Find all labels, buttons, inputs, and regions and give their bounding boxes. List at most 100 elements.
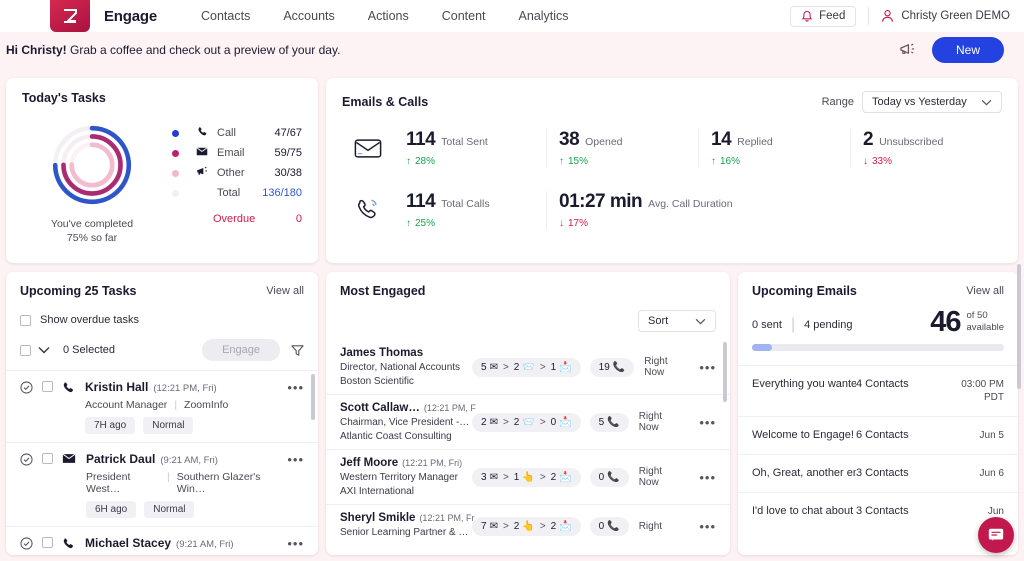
task-contact-name[interactable]: Kristin Hall (85, 380, 148, 394)
upcoming-emails-list[interactable]: Everything you wante… 4 Contacts 03:00 P… (738, 365, 1018, 530)
engaged-when: Right Now (644, 356, 678, 379)
engaged-overflow-menu[interactable]: ••• (693, 519, 716, 534)
task-list-scrollbar[interactable] (311, 374, 315, 420)
list-item[interactable]: Scott Callaw… (12:21 PM, F Chairman, Vic… (326, 394, 730, 449)
engaged-name-line: James Thomas (340, 347, 472, 359)
phone-incoming-icon: 📞 (607, 417, 619, 428)
task-contact-name[interactable]: Michael Stacey (85, 536, 171, 550)
task-checkbox[interactable] (42, 453, 53, 464)
metric-total-sent-value: 114 (406, 129, 435, 151)
email-subject: Welcome to Engage! (752, 429, 856, 441)
card-title-emails-calls: Emails & Calls (342, 95, 428, 109)
complete-task-icon[interactable] (20, 537, 33, 550)
table-row[interactable]: Kristin Hall (12:21 PM, Fri) Account Man… (6, 370, 318, 442)
list-item[interactable]: Oh, Great, another em… 3 Contacts Jun 6 (738, 454, 1018, 492)
email-subject: I'd love to chat about … (752, 505, 856, 517)
engaged-contact-name[interactable]: Sheryl Smikle (340, 512, 415, 524)
phone-incoming-icon: 📞 (613, 362, 625, 373)
greeting-text: Hi Christy! Grab a coffee and check out … (6, 43, 340, 57)
envelope-icon: ✉ (490, 362, 498, 373)
chevron-down-icon[interactable] (38, 346, 50, 354)
nav-item-content[interactable]: Content (442, 9, 486, 23)
task-checkbox[interactable] (42, 537, 53, 548)
nav-item-actions[interactable]: Actions (368, 9, 409, 23)
page-scrollbar[interactable] (1017, 264, 1021, 389)
engaged-when-line-1: Right (639, 466, 673, 478)
table-row[interactable]: Patrick Daul (9:21 AM, Fri) President We… (6, 442, 318, 526)
task-subline: Account Manager | ZoomInfo (85, 399, 281, 411)
task-contact-name[interactable]: Patrick Daul (86, 452, 155, 466)
engaged-when-line-2: Now (639, 477, 673, 489)
sort-dropdown[interactable]: Sort (638, 310, 716, 332)
stat-arrow: > (540, 472, 546, 483)
engaged-contact-name[interactable]: Scott Callaw… (340, 402, 420, 414)
email-contact-count: 3 Contacts (856, 505, 930, 517)
metric-total-calls-top: 114 Total Calls (406, 191, 534, 213)
most-engaged-header: Most Engaged (326, 284, 730, 298)
arrow-down-icon: ↓ (863, 156, 868, 167)
task-overflow-menu[interactable]: ••• (281, 380, 304, 434)
feed-button[interactable]: Feed (790, 6, 856, 27)
email-metrics-row: 114 Total Sent ↑ 28% 38 Opened ↑ 15% (342, 129, 1002, 167)
stat-sent-count: 2 (481, 417, 487, 428)
envelope-outline-icon (342, 137, 394, 160)
metric-total-sent-delta-value: 28% (415, 156, 435, 167)
completion-line-1: You've completed (51, 217, 133, 231)
chat-bubble-icon[interactable] (978, 517, 1014, 553)
show-overdue-checkbox[interactable] (20, 315, 31, 326)
engaged-overflow-menu[interactable]: ••• (693, 470, 716, 485)
arrow-up-icon: ↑ (711, 156, 716, 167)
new-button[interactable]: New (932, 37, 1004, 63)
engaged-name-line: Scott Callaw… (12:21 PM, F (340, 402, 472, 414)
engaged-contact-name[interactable]: James Thomas (340, 347, 423, 359)
view-all-tasks-link[interactable]: View all (266, 285, 304, 297)
main-nav: Contacts Accounts Actions Content Analyt… (201, 9, 569, 23)
task-company: Southern Glazer's Win… (177, 471, 282, 495)
funnel-icon[interactable] (291, 344, 304, 357)
email-quota-progress-fill (752, 344, 772, 351)
list-item[interactable]: Sheryl Smikle (12:21 PM, Fr Senior Learn… (326, 504, 730, 548)
engaged-time: (12:21 PM, F (424, 403, 476, 413)
list-item[interactable]: Everything you wante… 4 Contacts 03:00 P… (738, 365, 1018, 416)
metric-opened-top: 38 Opened (559, 129, 686, 151)
list-item[interactable]: I'd love to chat about … 3 Contacts Jun (738, 492, 1018, 530)
person-icon (881, 9, 894, 23)
select-all-checkbox[interactable] (20, 345, 31, 356)
task-checkbox[interactable] (42, 381, 53, 392)
engage-button[interactable]: Engage (202, 339, 280, 361)
engaged-contact-name[interactable]: Jeff Moore (340, 457, 398, 469)
complete-task-icon[interactable] (20, 381, 33, 394)
email-contact-count: 4 Contacts (856, 378, 930, 390)
task-overflow-menu[interactable]: ••• (281, 452, 304, 518)
metric-unsubscribed-value: 2 (863, 129, 873, 151)
engaged-overflow-menu[interactable]: ••• (693, 415, 716, 430)
phone-icon (191, 126, 213, 140)
task-tag-priority: Normal (144, 501, 194, 518)
range-dropdown[interactable]: Today vs Yesterday (862, 91, 1002, 113)
email-quota-number: 46 (930, 308, 960, 337)
engaged-overflow-menu[interactable]: ••• (693, 360, 716, 375)
call-count-pill: 0 📞 (590, 517, 629, 536)
list-item[interactable]: James Thomas Director, National Accounts… (326, 340, 730, 394)
legend-label-other: Other (217, 167, 245, 179)
metric-opened-delta-value: 15% (568, 156, 588, 167)
most-engaged-list[interactable]: James Thomas Director, National Accounts… (326, 340, 730, 552)
user-menu[interactable]: Christy Green DEMO (881, 9, 1010, 23)
table-row[interactable]: Michael Stacey (9:21 AM, Fri) ••• (6, 526, 318, 555)
list-item[interactable]: Welcome to Engage! 6 Contacts Jun 5 (738, 416, 1018, 454)
list-item[interactable]: Jeff Moore (12:21 PM, Fri) Western Terri… (326, 449, 730, 504)
nav-item-analytics[interactable]: Analytics (519, 9, 569, 23)
megaphone-icon[interactable] (899, 42, 916, 57)
engaged-time: (12:21 PM, Fri) (402, 458, 462, 468)
range-value: Today vs Yesterday (872, 96, 967, 108)
view-all-emails-link[interactable]: View all (966, 285, 1004, 297)
nav-item-accounts[interactable]: Accounts (283, 9, 334, 23)
engaged-list-scrollbar[interactable] (723, 342, 727, 402)
task-list[interactable]: Kristin Hall (12:21 PM, Fri) Account Man… (6, 370, 318, 555)
zoominfo-z-logo[interactable] (50, 0, 90, 32)
task-content: Michael Stacey (9:21 AM, Fri) (85, 536, 281, 551)
task-overflow-menu[interactable]: ••• (281, 536, 304, 551)
metric-avg-call-duration-label: Avg. Call Duration (648, 198, 732, 210)
complete-task-icon[interactable] (20, 453, 33, 466)
nav-item-contacts[interactable]: Contacts (201, 9, 250, 23)
